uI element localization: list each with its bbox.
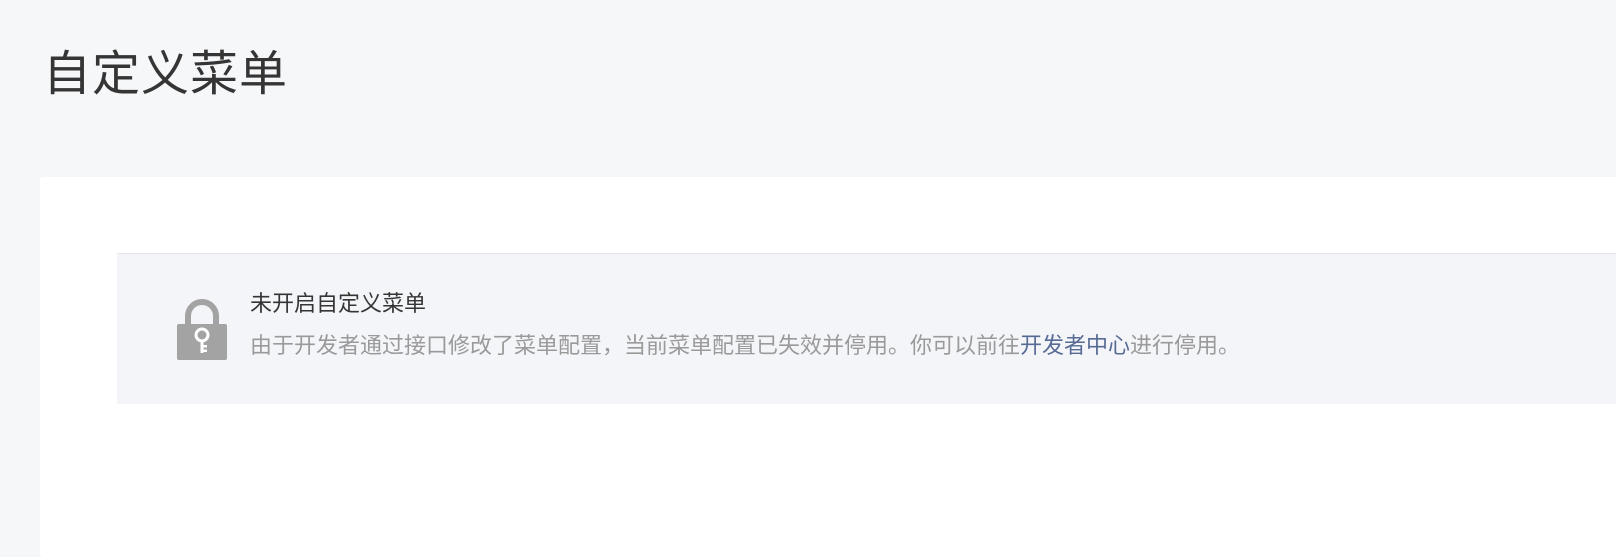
page-title: 自定义菜单 — [43, 46, 289, 102]
menu-disabled-notice: 未开启自定义菜单 由于开发者通过接口修改了菜单配置，当前菜单配置已失效并停用。你… — [117, 253, 1616, 404]
developer-center-link[interactable]: 开发者中心 — [1020, 334, 1130, 359]
content-card: 未开启自定义菜单 由于开发者通过接口修改了菜单配置，当前菜单配置已失效并停用。你… — [40, 177, 1616, 557]
notice-description: 由于开发者通过接口修改了菜单配置，当前菜单配置已失效并停用。你可以前往开发者中心… — [250, 332, 1240, 362]
lock-icon — [177, 299, 227, 360]
notice-description-suffix: 进行停用。 — [1130, 334, 1241, 359]
notice-description-text: 由于开发者通过接口修改了菜单配置，当前菜单配置已失效并停用。你可以前往 — [250, 334, 1021, 359]
notice-title: 未开启自定义菜单 — [250, 292, 427, 317]
